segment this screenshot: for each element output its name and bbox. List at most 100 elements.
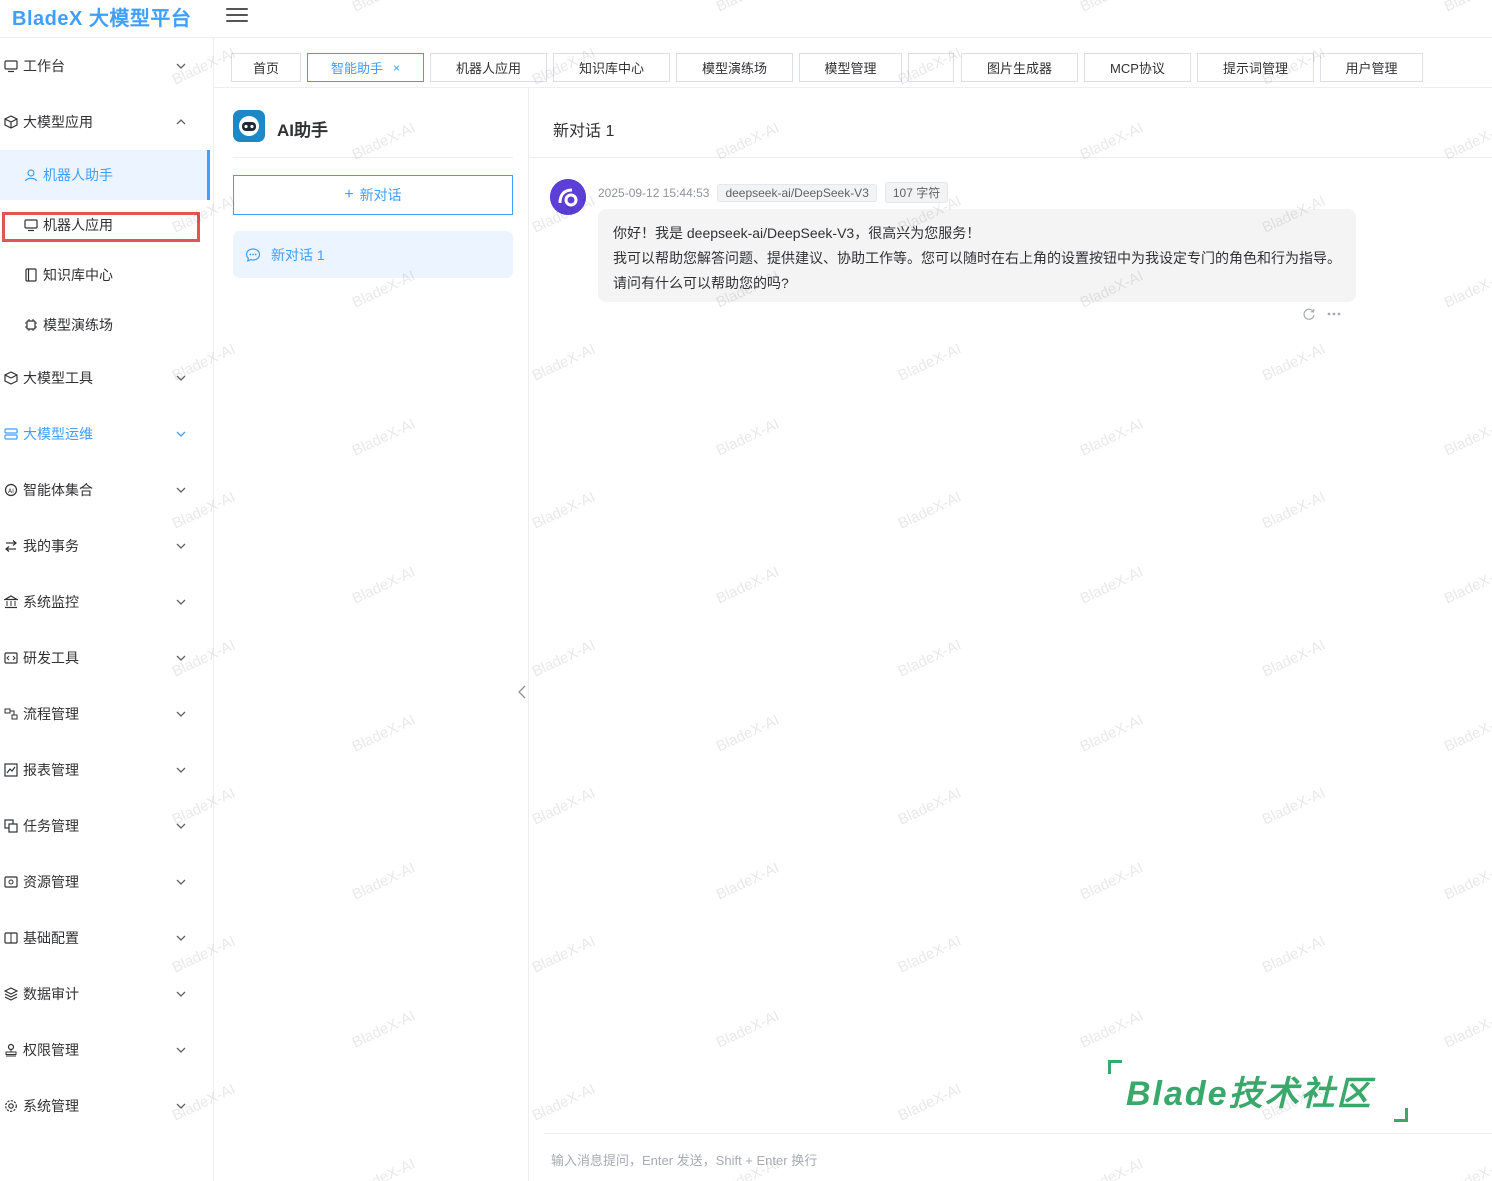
sidebar-item-process-mgmt[interactable]: 流程管理 (0, 694, 210, 734)
chevron-down-icon[interactable] (174, 595, 188, 609)
new-chat-label: 新对话 (359, 187, 402, 203)
chat-title: 新对话 1 (553, 123, 615, 140)
message-actions (1302, 307, 1342, 321)
brand-logo[interactable]: BladeX 大模型平台 (12, 2, 191, 31)
tab-label: 知识库中心 (578, 61, 644, 76)
user-icon (23, 167, 39, 183)
tab-knowledge-center[interactable]: 知识库中心 (553, 53, 670, 82)
tab-mcp-protocol[interactable]: MCP协议 (1084, 53, 1191, 82)
chevron-down-icon[interactable] (174, 987, 188, 1001)
code-icon (3, 650, 19, 666)
sidebar-item-task-mgmt[interactable]: 任务管理 (0, 806, 210, 846)
tab-label: 机器人应用 (455, 61, 521, 76)
bot-avatar (550, 179, 586, 215)
chevron-down-icon[interactable] (174, 1043, 188, 1057)
chevron-down-icon[interactable] (174, 651, 188, 665)
sidebar-item-data-audit[interactable]: 数据审计 (0, 974, 210, 1014)
sidebar-item-workbench[interactable]: 工作台 (0, 46, 210, 86)
sidebar-item-label: 机器人助手 (43, 167, 113, 183)
transfer-icon (3, 538, 19, 554)
stamp-corner (1108, 1060, 1122, 1074)
chevron-down-icon[interactable] (174, 483, 188, 497)
tab-label: 图片生成器 (986, 61, 1052, 76)
new-chat-button[interactable]: + 新对话 (233, 175, 513, 215)
chevron-down-icon[interactable] (174, 539, 188, 553)
divider (233, 157, 513, 158)
chevron-down-icon[interactable] (174, 371, 188, 385)
char-count-badge: 107 字符 (884, 182, 949, 203)
sidebar-item-llm-tools[interactable]: 大模型工具 (0, 358, 210, 398)
plus-icon: + (344, 186, 354, 203)
sidebar-item-llm-ops[interactable]: 大模型运维 (0, 414, 210, 454)
sidebar-item-label: 工作台 (23, 58, 65, 74)
tab-robot-apps[interactable]: 机器人应用 (430, 53, 547, 82)
assistant-title: AI助手 (277, 121, 328, 140)
sidebar-item-system-mgmt[interactable]: 系统管理 (0, 1086, 210, 1126)
chevron-down-icon[interactable] (174, 931, 188, 945)
chevron-down-icon[interactable] (174, 819, 188, 833)
sidebar-item-permission-mgmt[interactable]: 权限管理 (0, 1030, 210, 1070)
flow-icon (3, 706, 19, 722)
tab-model-playground[interactable]: 模型演练场 (676, 53, 793, 82)
tab-prompt-mgmt[interactable]: 提示词管理 (1197, 53, 1314, 82)
community-stamp: Blade技术社区 (1108, 1060, 1408, 1122)
hamburger-menu-icon[interactable] (226, 4, 248, 26)
stamp-text: Blade技术社区 (1126, 1075, 1373, 1113)
storage-icon (3, 874, 19, 890)
tab-model-mgmt[interactable]: 模型管理 (799, 53, 902, 82)
tab-label: 模型管理 (824, 61, 877, 76)
tab-label: 智能助手 (330, 61, 383, 76)
conversation-item[interactable]: 新对话 1 (233, 231, 513, 278)
sidebar-item-agent-collection[interactable]: AI 智能体集合 (0, 470, 210, 510)
sidebar-item-label: 任务管理 (23, 818, 79, 834)
chevron-up-icon[interactable] (174, 115, 188, 129)
sidebar-item-label: 报表管理 (23, 762, 79, 778)
sidebar-item-llm-apps[interactable]: 大模型应用 (0, 102, 210, 142)
chevron-down-icon[interactable] (174, 1099, 188, 1113)
sidebar-item-system-monitor[interactable]: 系统监控 (0, 582, 210, 622)
tab-label: 首页 (252, 61, 279, 76)
chevron-down-icon[interactable] (174, 707, 188, 721)
stamp-icon (3, 1042, 19, 1058)
message-bubble: 你好！我是 deepseek-ai/DeepSeek-V3，很高兴为您服务！ 我… (598, 209, 1356, 302)
copy-icon (3, 818, 19, 834)
chevron-down-icon[interactable] (174, 763, 188, 777)
chevron-down-icon[interactable] (174, 427, 188, 441)
message-timestamp: 2025-09-12 15:44:53 (598, 185, 710, 200)
sidebar-item-resource-mgmt[interactable]: 资源管理 (0, 862, 210, 902)
sidebar-item-my-tasks[interactable]: 我的事务 (0, 526, 210, 566)
tab-image-generator[interactable]: 图片生成器 (961, 53, 1078, 82)
refresh-icon[interactable] (1302, 307, 1316, 321)
tab-label: 提示词管理 (1222, 61, 1288, 76)
divider (530, 157, 1492, 158)
monitor-icon (3, 58, 19, 74)
chat-bubble-icon (245, 247, 261, 262)
sidebar: 工作台 大模型应用 机器人助手 机器人应用 知识库中心 模型演练场 大模型工具 … (0, 38, 214, 1181)
sidebar-item-label: 基础配置 (23, 930, 79, 946)
stamp-corner (1394, 1108, 1408, 1122)
sidebar-item-report-mgmt[interactable]: 报表管理 (0, 750, 210, 790)
chevron-down-icon[interactable] (174, 875, 188, 889)
sidebar-item-dev-tools[interactable]: 研发工具 (0, 638, 210, 678)
close-icon[interactable]: × (393, 61, 400, 75)
sidebar-item-robot-assistant[interactable]: 机器人助手 (0, 150, 210, 200)
book-icon (23, 267, 39, 283)
more-icon[interactable] (1326, 311, 1342, 317)
tab-label: MCP协议 (1110, 61, 1165, 76)
chevron-down-icon[interactable] (174, 59, 188, 73)
collapse-panel-icon[interactable] (517, 684, 527, 700)
manual-icon (3, 930, 19, 946)
tab-smart-assistant[interactable]: 智能助手 × (307, 53, 424, 82)
sidebar-item-basic-config[interactable]: 基础配置 (0, 918, 210, 958)
tab-label: 模型演练场 (701, 61, 767, 76)
tab-blank[interactable] (908, 53, 954, 82)
layers-icon (3, 986, 19, 1002)
sidebar-item-knowledge-center[interactable]: 知识库中心 (0, 255, 210, 295)
svg-text:AI: AI (8, 488, 14, 495)
bank-icon (3, 594, 19, 610)
sidebar-item-label: 权限管理 (23, 1042, 79, 1058)
tab-user-mgmt[interactable]: 用户管理 (1320, 53, 1423, 82)
sidebar-item-model-playground[interactable]: 模型演练场 (0, 305, 210, 345)
sidebar-item-label: 大模型运维 (23, 426, 93, 442)
tab-home[interactable]: 首页 (231, 53, 301, 82)
